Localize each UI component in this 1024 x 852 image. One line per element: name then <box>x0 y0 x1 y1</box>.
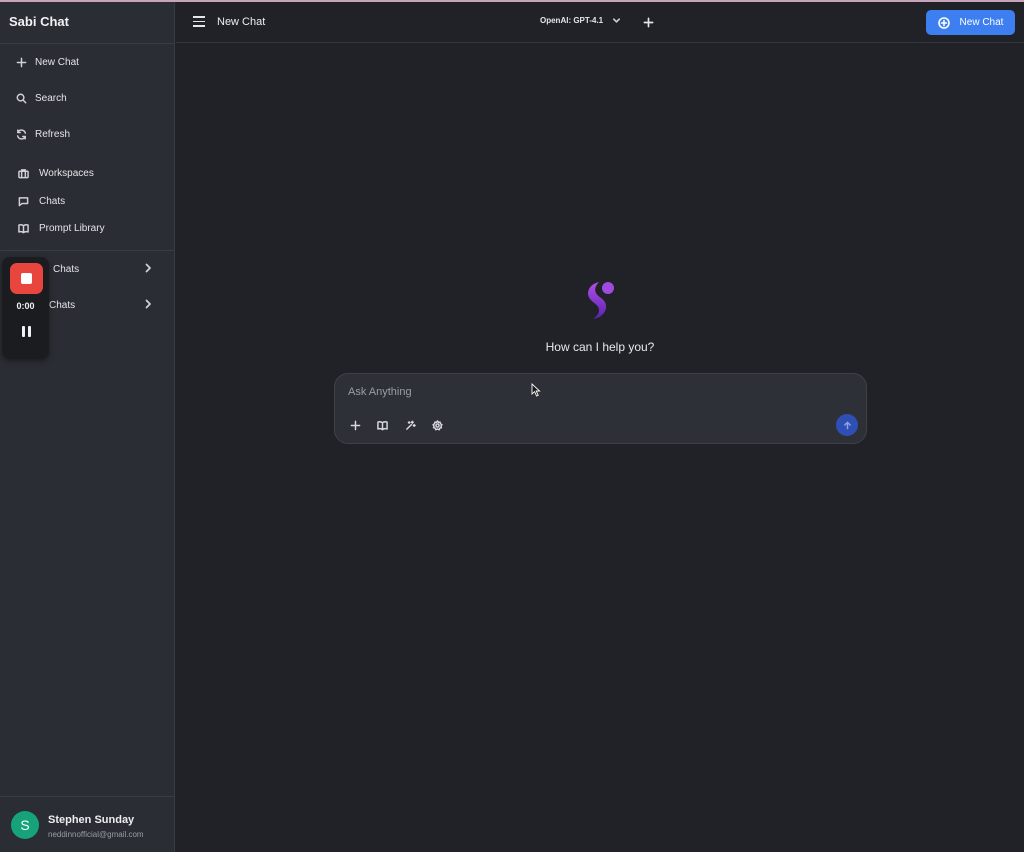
menu-icon[interactable] <box>193 16 206 28</box>
prompt-library-button[interactable] <box>375 418 389 432</box>
new-chat-label: New Chat <box>959 17 1004 28</box>
refresh-icon <box>14 127 28 141</box>
briefcase-icon <box>16 166 30 180</box>
arrow-up-icon <box>843 421 851 429</box>
enhance-prompt-button[interactable] <box>403 418 417 432</box>
chevron-right-icon <box>143 299 153 309</box>
sidebar-item-label: New Chat <box>35 56 79 68</box>
sidebar-footer-divider <box>0 796 175 797</box>
stop-recording-button[interactable] <box>10 263 43 294</box>
mouse-pointer-icon <box>531 383 541 397</box>
section-label: Chats <box>53 263 80 275</box>
plus-icon <box>643 17 654 28</box>
sidebar-search[interactable]: Search <box>0 84 175 112</box>
send-button[interactable] <box>836 414 858 436</box>
settings-button[interactable] <box>430 418 444 432</box>
add-model-button[interactable] <box>643 15 655 28</box>
sidebar-item-label: Prompt Library <box>39 222 105 234</box>
sabi-logo-icon <box>588 282 614 319</box>
greeting-text: How can I help you? <box>545 340 655 354</box>
chevron-down-icon <box>613 18 621 23</box>
gear-icon <box>431 419 443 430</box>
book-icon <box>376 420 388 430</box>
sidebar-item-label: Search <box>35 92 67 104</box>
top-bar: New Chat OpenAI: GPT-4.1 New Chat <box>176 2 1024 43</box>
sidebar-divider <box>0 250 175 251</box>
chat-composer <box>334 373 867 444</box>
chevron-right-icon <box>143 263 153 273</box>
page-title: New Chat <box>217 16 266 28</box>
new-chat-button[interactable]: New Chat <box>926 10 1015 35</box>
plus-circle-icon <box>937 16 950 29</box>
section-label: Chats <box>49 299 76 311</box>
sparkles-icon <box>405 420 416 430</box>
sidebar-item-label: Chats <box>39 195 66 207</box>
sidebar-item-workspaces[interactable]: Workspaces <box>0 159 175 187</box>
model-name: OpenAI: GPT-4.1 <box>540 16 604 25</box>
sidebar-refresh[interactable]: Refresh <box>0 120 175 148</box>
plus-icon <box>14 55 28 69</box>
recording-timer: 0:00 <box>16 301 35 311</box>
sidebar-new-chat[interactable]: New Chat <box>0 48 175 76</box>
search-icon <box>14 91 28 105</box>
model-selector[interactable]: OpenAI: GPT-4.1 <box>540 16 621 25</box>
sidebar-divider <box>0 43 175 44</box>
pause-recording-button[interactable] <box>18 323 34 339</box>
pause-icon <box>21 325 25 337</box>
app-title: Sabi Chat <box>9 14 69 29</box>
screen-recorder-widget: 0:00 <box>2 257 49 359</box>
avatar[interactable]: S <box>11 811 39 839</box>
sidebar: Sabi Chat New Chat Search Refresh Worksp… <box>0 2 175 852</box>
user-name[interactable]: Stephen Sunday <box>48 814 134 826</box>
sidebar-item-prompt-library[interactable]: Prompt Library <box>0 214 175 242</box>
plus-icon <box>350 420 360 430</box>
chat-bubble-icon <box>16 194 30 208</box>
sidebar-item-chats[interactable]: Chats <box>0 187 175 215</box>
message-input[interactable] <box>348 383 748 401</box>
user-email: neddinnofficial@gmail.com <box>48 830 144 839</box>
sidebar-item-label: Workspaces <box>39 167 94 179</box>
book-icon <box>16 221 30 235</box>
sidebar-item-label: Refresh <box>35 128 71 140</box>
attach-button[interactable] <box>348 418 362 432</box>
stop-icon <box>21 273 32 284</box>
